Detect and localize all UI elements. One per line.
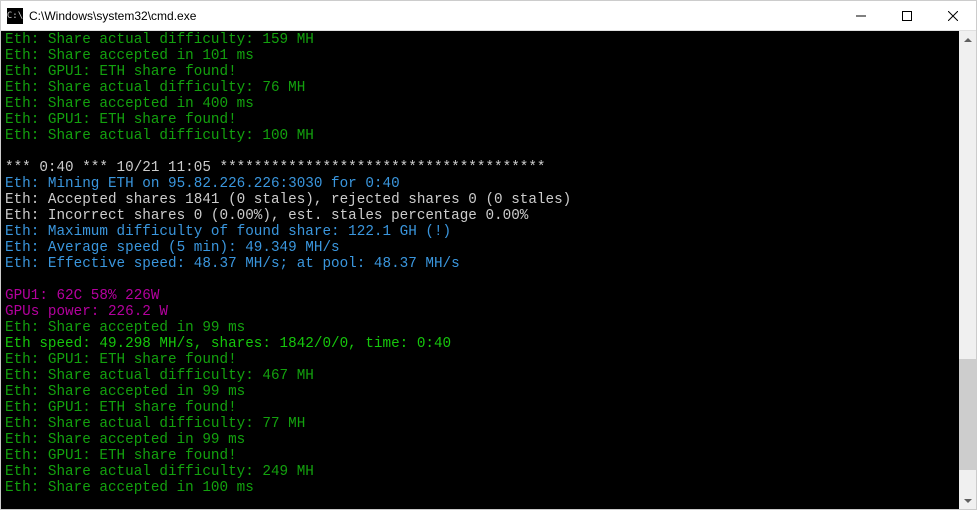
terminal-line: Eth: Share actual difficulty: 100 MH [5, 128, 955, 144]
scrollbar[interactable] [959, 31, 976, 509]
terminal-line: Eth: Mining ETH on 95.82.226.226:3030 fo… [5, 176, 955, 192]
close-icon [948, 11, 958, 21]
terminal-line: GPU1: 62C 58% 226W [5, 288, 955, 304]
maximize-button[interactable] [884, 1, 930, 30]
terminal-line: Eth: Share accepted in 101 ms [5, 48, 955, 64]
minimize-icon [856, 11, 866, 21]
terminal-line: Eth: GPU1: ETH share found! [5, 64, 955, 80]
terminal-line: Eth: GPU1: ETH share found! [5, 112, 955, 128]
terminal-line [5, 144, 955, 160]
terminal-line: Eth: Share accepted in 400 ms [5, 96, 955, 112]
titlebar[interactable]: C:\ C:\Windows\system32\cmd.exe [1, 1, 976, 31]
terminal-line [5, 272, 955, 288]
chevron-down-icon [964, 499, 972, 503]
scroll-up-button[interactable] [959, 31, 976, 48]
close-button[interactable] [930, 1, 976, 30]
terminal-line: Eth: GPU1: ETH share found! [5, 448, 955, 464]
scrollbar-thumb[interactable] [959, 359, 976, 470]
terminal-line: Eth: GPU1: ETH share found! [5, 352, 955, 368]
window-title: C:\Windows\system32\cmd.exe [29, 9, 838, 23]
terminal-line: Eth: Share actual difficulty: 249 MH [5, 464, 955, 480]
terminal-line: Eth: GPU1: ETH share found! [5, 400, 955, 416]
terminal-line: Eth: Maximum difficulty of found share: … [5, 224, 955, 240]
cmd-window: C:\ C:\Windows\system32\cmd.exe Eth: Sha… [0, 0, 977, 510]
terminal-line: Eth: Share accepted in 99 ms [5, 320, 955, 336]
terminal-line: Eth: Effective speed: 48.37 MH/s; at poo… [5, 256, 955, 272]
scrollbar-track[interactable] [959, 48, 976, 492]
terminal-line: Eth: Share actual difficulty: 467 MH [5, 368, 955, 384]
terminal-output[interactable]: Eth: Share actual difficulty: 159 MHEth:… [1, 31, 959, 509]
terminal-line: *** 0:40 *** 10/21 11:05 ***************… [5, 160, 955, 176]
minimize-button[interactable] [838, 1, 884, 30]
terminal-line: Eth: Share accepted in 99 ms [5, 432, 955, 448]
terminal-line: Eth: Share accepted in 100 ms [5, 480, 955, 496]
terminal-line: Eth speed: 49.298 MH/s, shares: 1842/0/0… [5, 336, 955, 352]
terminal-line: Eth: Share actual difficulty: 76 MH [5, 80, 955, 96]
terminal-line: Eth: Share actual difficulty: 159 MH [5, 32, 955, 48]
terminal-line: Eth: Average speed (5 min): 49.349 MH/s [5, 240, 955, 256]
cmd-icon: C:\ [7, 8, 23, 24]
terminal-line: Eth: Incorrect shares 0 (0.00%), est. st… [5, 208, 955, 224]
terminal-line: Eth: Share accepted in 99 ms [5, 384, 955, 400]
terminal-line: GPUs power: 226.2 W [5, 304, 955, 320]
scroll-down-button[interactable] [959, 492, 976, 509]
window-controls [838, 1, 976, 30]
terminal-line: Eth: Accepted shares 1841 (0 stales), re… [5, 192, 955, 208]
chevron-up-icon [964, 38, 972, 42]
maximize-icon [902, 11, 912, 21]
terminal-line: Eth: Share actual difficulty: 77 MH [5, 416, 955, 432]
terminal-area: Eth: Share actual difficulty: 159 MHEth:… [1, 31, 976, 509]
